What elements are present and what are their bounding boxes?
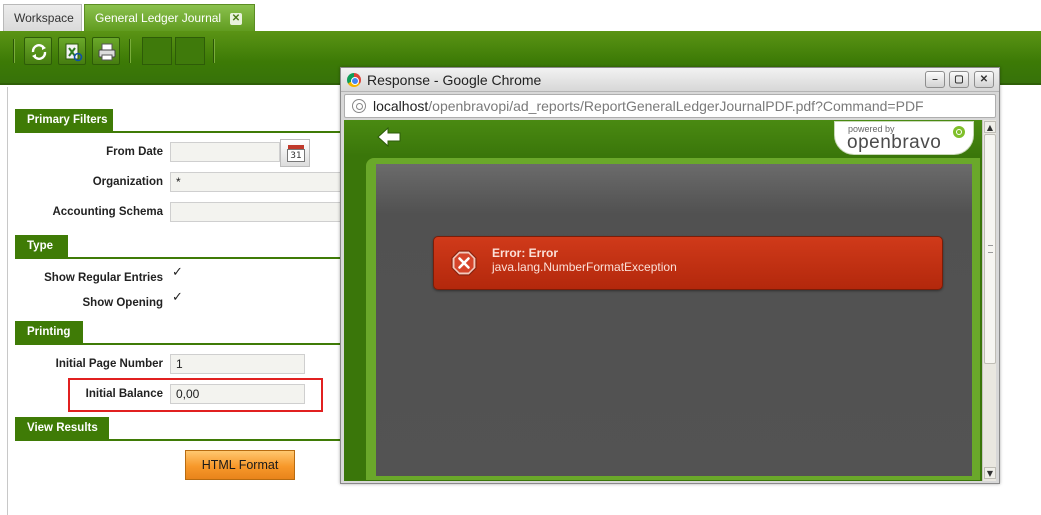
toolbar-separator	[129, 39, 131, 63]
tab-bar: Workspace General Ledger Journal ✕	[0, 0, 1041, 32]
page-header: powered by openbravo	[344, 120, 982, 156]
response-popup-window: Response - Google Chrome – ▢ ✕ localhost…	[340, 67, 1000, 484]
from-date-field[interactable]	[170, 142, 280, 162]
minimize-button[interactable]: –	[925, 71, 945, 88]
vertical-scrollbar[interactable]: ▲ ▼	[982, 120, 996, 481]
section-view-results: View Results	[15, 417, 109, 439]
scroll-down-arrow[interactable]: ▼	[984, 467, 996, 479]
show-opening-label: Show Opening	[82, 297, 164, 309]
chrome-logo-icon	[347, 73, 361, 87]
show-opening-checkbox[interactable]: ✓	[172, 291, 184, 304]
app-window: Workspace General Ledger Journal ✕ Prima…	[0, 0, 1041, 515]
toolbar-empty-slot	[175, 37, 205, 65]
tab-general-ledger-journal[interactable]: General Ledger Journal ✕	[84, 4, 255, 32]
highlight-box	[68, 378, 323, 412]
print-icon	[98, 43, 116, 61]
accounting-schema-label: Accounting Schema	[52, 206, 163, 218]
section-primary-filters: Primary Filters	[15, 109, 113, 131]
section-divider	[15, 343, 345, 345]
from-date-label: From Date	[106, 146, 163, 158]
openbravo-mark-icon	[953, 126, 965, 138]
maximize-button[interactable]: ▢	[949, 71, 969, 88]
url-path: /openbravopi/ad_reports/ReportGeneralLed…	[428, 98, 924, 114]
refresh-button[interactable]	[24, 37, 52, 65]
tab-workspace[interactable]: Workspace	[3, 4, 82, 32]
export-button[interactable]	[58, 37, 86, 65]
export-icon	[65, 43, 83, 62]
initial-page-number-label: Initial Page Number	[55, 358, 163, 370]
popup-title: Response - Google Chrome	[367, 72, 542, 88]
organization-field[interactable]: *	[170, 172, 342, 192]
show-regular-entries-checkbox[interactable]: ✓	[172, 266, 184, 279]
popup-title-bar: Response - Google Chrome – ▢ ✕	[341, 68, 999, 92]
initial-page-number-field[interactable]: 1	[170, 354, 305, 374]
calendar-day: 31	[287, 149, 305, 162]
content-frame: Error: Error java.lang.NumberFormatExcep…	[366, 158, 980, 480]
toolbar-separator	[13, 39, 15, 63]
content-area: Error: Error java.lang.NumberFormatExcep…	[376, 164, 972, 476]
openbravo-logo: powered by openbravo	[834, 121, 974, 155]
error-icon	[451, 250, 477, 276]
close-tab-icon[interactable]: ✕	[230, 13, 242, 25]
accounting-schema-field[interactable]	[170, 202, 342, 222]
section-divider	[15, 131, 345, 133]
error-title: Error: Error	[492, 246, 559, 260]
address-bar[interactable]: localhost/openbravopi/ad_reports/ReportG…	[344, 94, 996, 118]
section-printing: Printing	[15, 321, 83, 343]
scroll-thumb[interactable]	[984, 134, 996, 364]
section-divider	[15, 257, 345, 259]
html-format-button[interactable]: HTML Format	[185, 450, 295, 480]
show-regular-entries-label: Show Regular Entries	[44, 272, 163, 284]
print-button[interactable]	[92, 37, 120, 65]
section-type: Type	[15, 235, 68, 257]
logo-name: openbravo	[847, 132, 942, 153]
scroll-grip	[988, 245, 993, 253]
section-divider	[15, 439, 345, 441]
error-message: java.lang.NumberFormatException	[492, 260, 677, 274]
back-arrow-icon[interactable]	[376, 126, 402, 148]
toolbar-empty-slot	[142, 37, 172, 65]
scroll-up-arrow[interactable]: ▲	[984, 121, 996, 133]
tab-general-ledger-journal-label: General Ledger Journal	[95, 11, 222, 25]
toolbar-separator	[213, 39, 215, 63]
page-info-icon[interactable]	[352, 99, 366, 113]
page-viewport: powered by openbravo Error: Error java.l	[344, 120, 982, 481]
close-window-button[interactable]: ✕	[974, 71, 994, 88]
calendar-button[interactable]: 31	[280, 139, 310, 167]
organization-label: Organization	[92, 176, 163, 188]
refresh-icon	[31, 44, 47, 60]
error-message-box: Error: Error java.lang.NumberFormatExcep…	[433, 236, 943, 290]
url-host: localhost	[373, 98, 429, 114]
